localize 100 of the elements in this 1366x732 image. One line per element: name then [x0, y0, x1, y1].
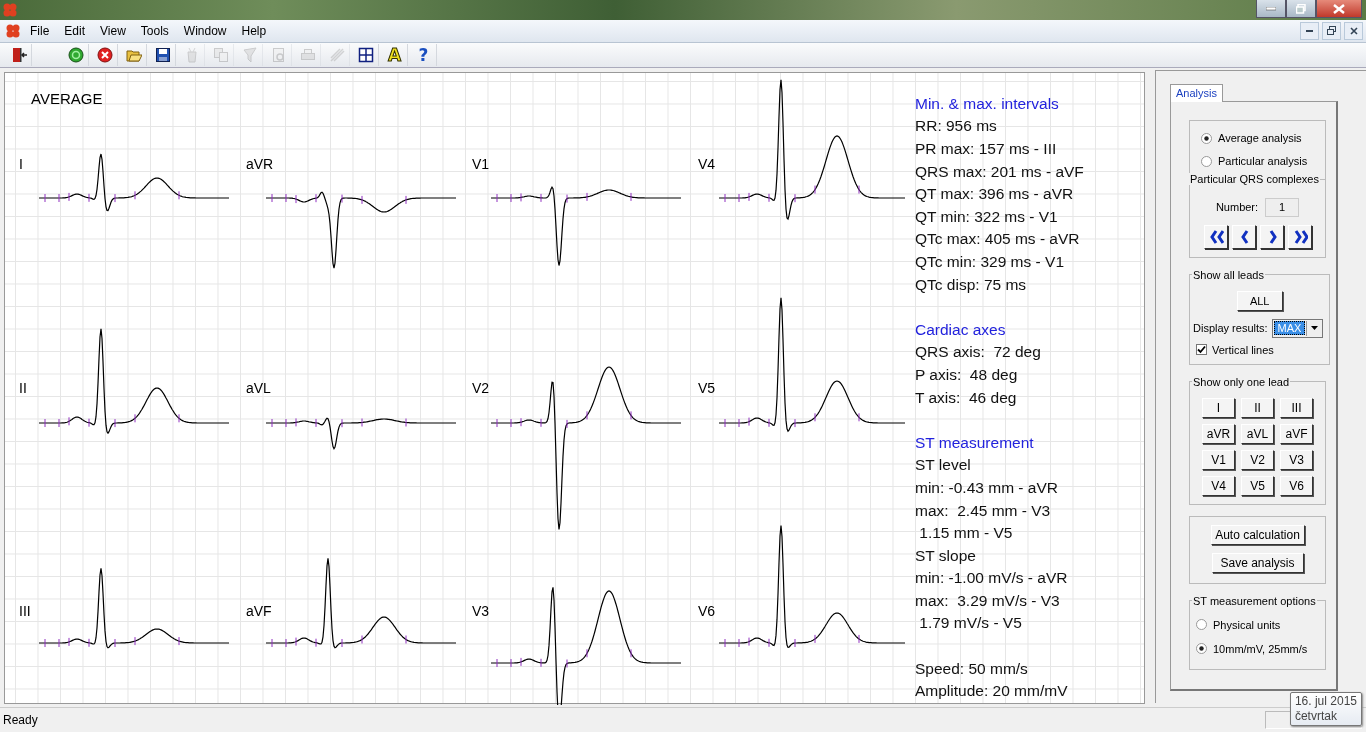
measurement-text: QT max: 396 ms - aVR	[915, 184, 1075, 205]
menu-item[interactable]: View	[93, 23, 134, 38]
measurement-text: QTc disp: 75 ms	[915, 274, 1028, 295]
lead-button[interactable]: III	[1280, 397, 1313, 418]
lead-button[interactable]: V5	[1241, 475, 1274, 496]
close-icon	[1333, 3, 1345, 14]
measurement-text: QTc min: 329 ms - V1	[915, 251, 1065, 272]
checkbox[interactable]	[1196, 344, 1207, 356]
lead-button[interactable]: V3	[1280, 449, 1313, 470]
previous-button[interactable]	[1231, 224, 1256, 249]
tooltip-text: 16. jul 2015	[1294, 694, 1357, 709]
lead-label: aVF	[246, 602, 272, 619]
grid-icon	[357, 46, 374, 63]
menu-item[interactable]: Tools	[133, 23, 177, 38]
menu-item[interactable]: Help	[234, 23, 275, 38]
measurement-text: max: 2.45 mm - V3	[915, 500, 1052, 521]
lead-label: III	[19, 602, 31, 619]
measurement-text: T axis: 46 deg	[915, 387, 1018, 408]
measurement-text: QRS max: 201 ms - aVF	[915, 161, 1084, 182]
section-heading: Min. & max. intervals	[915, 93, 1060, 114]
close-icon	[1349, 26, 1358, 35]
radio-label[interactable]: 10mm/mV, 25mm/s	[1213, 642, 1308, 655]
radio-label[interactable]: Particular analysis	[1218, 155, 1308, 168]
lead-button[interactable]: V1	[1202, 449, 1235, 470]
lead-label: V2	[472, 379, 490, 396]
group-title: Show all leads	[1192, 268, 1265, 281]
lead-label: aVR	[246, 155, 274, 172]
radio-button[interactable]	[1201, 132, 1212, 144]
measurement-text: QT min: 322 ms - V1	[915, 206, 1059, 227]
menu-item[interactable]: File	[23, 23, 58, 38]
status-text: Ready	[2, 713, 38, 728]
measurement-text: Amplitude: 20 mm/mV	[915, 681, 1069, 702]
all-button[interactable]: ALL	[1236, 290, 1283, 311]
app-logo-icon	[2, 2, 18, 18]
ruler-icon	[328, 46, 345, 63]
lead-button[interactable]: aVF	[1280, 423, 1313, 444]
radio-button[interactable]	[1201, 155, 1212, 167]
measurement-text: ST level	[915, 455, 972, 476]
measurement-text: QTc max: 405 ms - aVR	[915, 229, 1081, 250]
section-heading: ST measurement	[915, 432, 1035, 453]
section-heading: Cardiac axes	[915, 319, 1007, 340]
run-icon	[67, 46, 84, 63]
lead-button[interactable]: V4	[1202, 475, 1235, 496]
lead-button[interactable]: II	[1241, 397, 1274, 418]
number-field[interactable]: 1	[1265, 197, 1300, 217]
lead-button[interactable]: aVL	[1241, 423, 1274, 444]
tooltip-text: četvrtak	[1294, 709, 1338, 724]
dropdown-arrow-icon	[1311, 326, 1319, 331]
print-preview-icon	[270, 46, 287, 63]
menu-item[interactable]: Edit	[57, 23, 94, 38]
radio-button[interactable]	[1196, 619, 1207, 631]
measurement-text: 1.79 mV/s - V5	[918, 613, 1023, 634]
checkbox-label[interactable]: Vertical lines	[1212, 343, 1274, 356]
close-button[interactable]	[1316, 0, 1362, 18]
radio-button[interactable]	[1196, 643, 1207, 655]
field-label: Number:	[1215, 201, 1259, 214]
next-button[interactable]	[1259, 224, 1284, 249]
measurement-text: min: -1.00 mV/s - aVR	[915, 568, 1069, 589]
measurement-text: P axis: 48 deg	[915, 364, 1019, 385]
minimize-icon	[1266, 6, 1276, 11]
lead-button[interactable]: V2	[1241, 449, 1274, 470]
help-button[interactable]: ?	[411, 43, 437, 66]
copy-icon	[212, 46, 229, 63]
restore-button[interactable]	[1322, 21, 1341, 40]
action-button[interactable]: Save analysis	[1211, 552, 1304, 573]
tab[interactable]: Analysis	[1170, 83, 1223, 102]
maximize-button[interactable]	[1286, 0, 1316, 18]
measurement-text: PR max: 157 ms - III	[915, 139, 1058, 159]
lead-button[interactable]: I	[1202, 397, 1235, 418]
save-icon	[154, 46, 171, 63]
radio-label[interactable]: Physical units	[1213, 618, 1281, 631]
measurement-text: 1.15 mm - V5	[918, 523, 1014, 544]
measurement-text: max: 3.29 mV/s - V3	[915, 590, 1061, 611]
group-title: ST measurement options	[1192, 594, 1317, 607]
measurement-text: RR: 956 ms	[915, 116, 998, 137]
printer-icon	[299, 46, 316, 63]
lead-label: I	[19, 155, 23, 172]
lead-label: V1	[472, 155, 490, 172]
minimize-icon	[1306, 29, 1313, 32]
app-logo-icon	[5, 22, 21, 39]
lead-label: II	[19, 379, 27, 396]
last-button[interactable]	[1287, 224, 1312, 249]
action-button[interactable]: Auto calculation	[1210, 524, 1305, 545]
measurement-text: QRS axis: 72 deg	[915, 342, 1042, 363]
lead-label: V4	[698, 155, 716, 172]
exit-door-icon	[10, 46, 27, 63]
group-title: Show only one lead	[1192, 375, 1290, 388]
restore-icon	[1327, 26, 1336, 36]
lead-label: V5	[698, 379, 716, 396]
view-title: AVERAGE	[31, 89, 103, 107]
minimize-button[interactable]	[1256, 0, 1286, 18]
measurement-text: Speed: 50 mm/s	[915, 658, 1029, 679]
first-button[interactable]	[1203, 224, 1228, 249]
lead-label: V3	[472, 602, 490, 619]
radio-label[interactable]: Average analysis	[1218, 132, 1302, 145]
lead-button[interactable]: aVR	[1202, 423, 1235, 444]
lead-button[interactable]: V6	[1280, 475, 1313, 496]
menu-item[interactable]: Window	[176, 23, 235, 38]
lead-label: V6	[698, 602, 716, 619]
restore-icon	[1296, 3, 1306, 14]
